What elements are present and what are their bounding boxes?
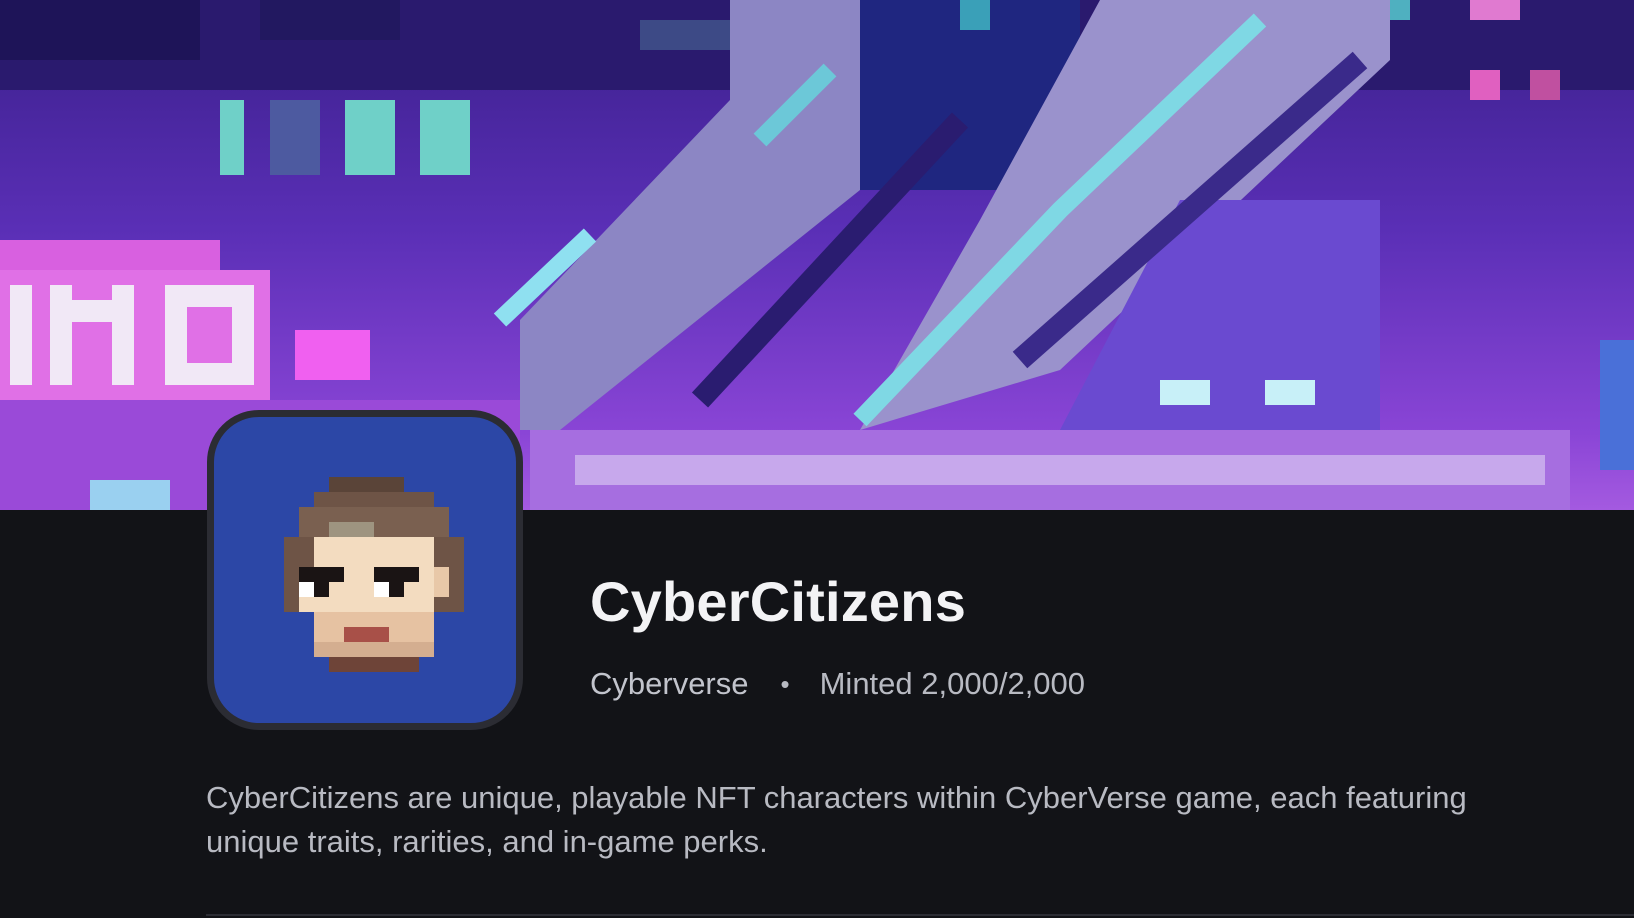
section-divider	[206, 914, 1634, 916]
collection-meta: Cyberverse • Minted 2,000/2,000	[590, 664, 1085, 704]
creator-link[interactable]: Cyberverse	[590, 664, 749, 704]
minted-count: Minted 2,000/2,000	[819, 666, 1086, 701]
collection-title: CyberCitizens	[590, 570, 967, 633]
character-portrait-image	[284, 477, 464, 672]
meta-separator: •	[780, 669, 790, 699]
collection-description: CyberCitizens are unique, playable NFT c…	[206, 780, 1467, 859]
collection-avatar	[207, 410, 523, 730]
collection-page: CyberCitizens Cyberverse • Minted 2,000/…	[0, 0, 1634, 918]
